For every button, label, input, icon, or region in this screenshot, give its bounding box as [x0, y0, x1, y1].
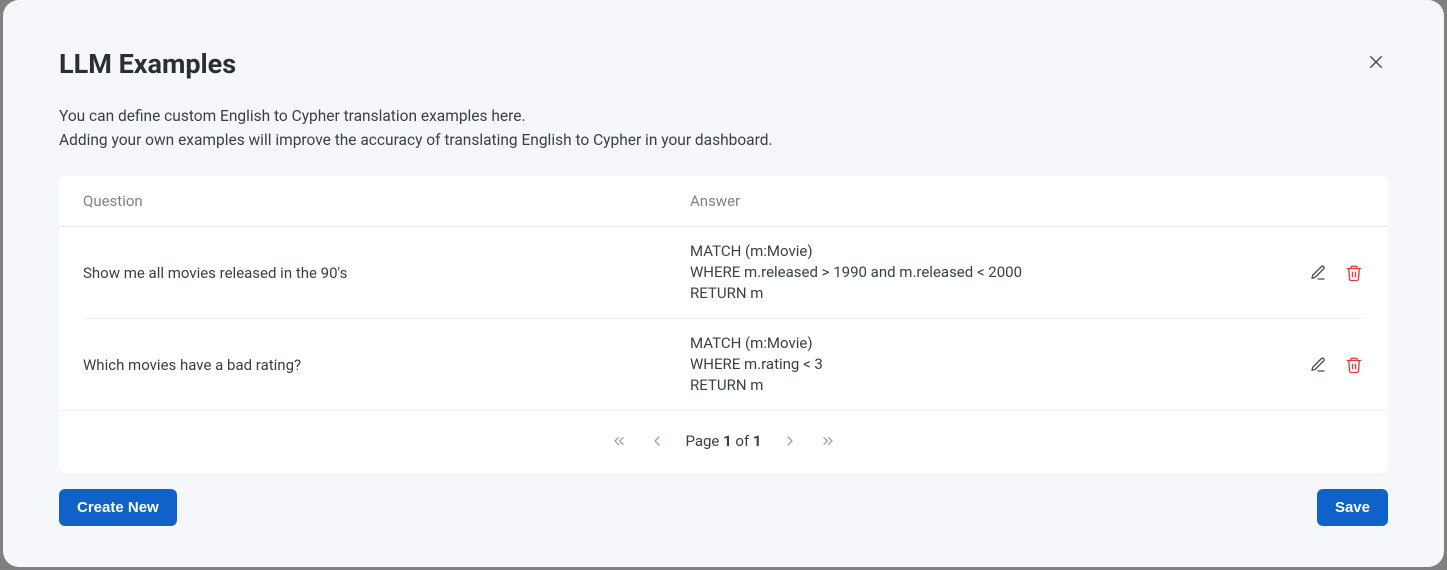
- create-new-button[interactable]: Create New: [59, 489, 177, 526]
- page-of: of: [732, 432, 753, 450]
- table-row: Which movies have a bad rating? MATCH (m…: [83, 319, 1364, 410]
- row-actions: [1284, 263, 1364, 283]
- last-page-button[interactable]: [818, 431, 838, 451]
- chevron-right-icon: [782, 433, 798, 449]
- column-header-answer: Answer: [690, 192, 1364, 210]
- chevron-left-icon: [649, 433, 665, 449]
- chevron-double-left-icon: [611, 433, 627, 449]
- table-row: Show me all movies released in the 90's …: [83, 227, 1364, 319]
- edit-icon: [1309, 264, 1327, 282]
- first-page-button[interactable]: [609, 431, 629, 451]
- modal-description: You can define custom English to Cypher …: [59, 104, 1388, 152]
- total-pages: 1: [753, 432, 762, 450]
- delete-button[interactable]: [1344, 263, 1364, 283]
- edit-button[interactable]: [1308, 355, 1328, 375]
- llm-examples-modal: LLM Examples You can define custom Engli…: [3, 0, 1444, 567]
- cell-question: Show me all movies released in the 90's: [83, 264, 690, 282]
- modal-footer: Create New Save: [59, 489, 1388, 526]
- cell-answer: MATCH (m:Movie) WHERE m.released > 1990 …: [690, 241, 1284, 304]
- close-button[interactable]: [1364, 50, 1388, 74]
- delete-button[interactable]: [1344, 355, 1364, 375]
- table-body: Show me all movies released in the 90's …: [59, 227, 1388, 410]
- trash-icon: [1345, 264, 1363, 282]
- modal-header: LLM Examples: [59, 48, 1388, 80]
- prev-page-button[interactable]: [647, 431, 667, 451]
- next-page-button[interactable]: [780, 431, 800, 451]
- edit-icon: [1309, 356, 1327, 374]
- close-icon: [1367, 53, 1385, 71]
- current-page: 1: [723, 432, 732, 450]
- chevron-double-right-icon: [820, 433, 836, 449]
- trash-icon: [1345, 356, 1363, 374]
- save-button[interactable]: Save: [1317, 489, 1388, 526]
- page-indicator: Page 1 of 1: [685, 432, 761, 450]
- page-prefix: Page: [685, 432, 723, 450]
- pagination: Page 1 of 1: [59, 410, 1388, 473]
- row-actions: [1284, 355, 1364, 375]
- cell-question: Which movies have a bad rating?: [83, 356, 690, 374]
- edit-button[interactable]: [1308, 263, 1328, 283]
- cell-answer: MATCH (m:Movie) WHERE m.rating < 3 RETUR…: [690, 333, 1284, 396]
- column-header-question: Question: [83, 192, 690, 210]
- description-line-1: You can define custom English to Cypher …: [59, 107, 526, 125]
- examples-table: Question Answer Show me all movies relea…: [59, 176, 1388, 473]
- table-header-row: Question Answer: [59, 176, 1388, 227]
- description-line-2: Adding your own examples will improve th…: [59, 131, 773, 149]
- modal-title: LLM Examples: [59, 48, 236, 80]
